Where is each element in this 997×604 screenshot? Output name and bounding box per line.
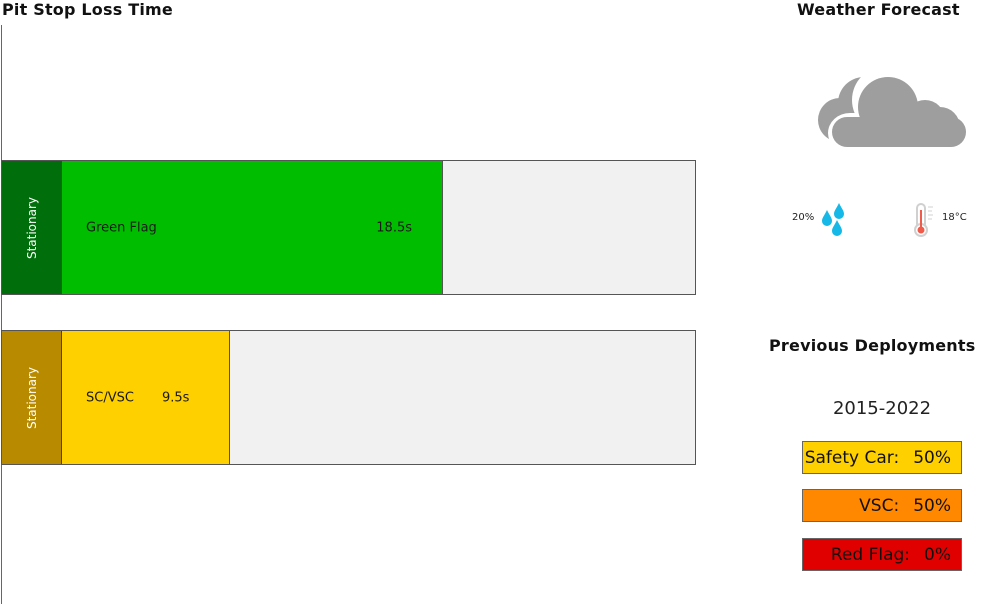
- deployments-period: 2015-2022: [832, 398, 932, 419]
- deployment-value: 50%: [913, 495, 951, 516]
- deployment-value: 0%: [924, 544, 951, 565]
- raindrops-icon: [822, 203, 844, 236]
- y-axis-line: [1, 25, 2, 604]
- stationary-label: Stationary: [24, 366, 39, 429]
- deployments-title: Previous Deployments: [769, 336, 976, 355]
- category-label: SC/VSC: [86, 390, 134, 405]
- deployment-safety-car: Safety Car: 50%: [802, 441, 962, 474]
- rain-chance: 20%: [792, 212, 815, 223]
- deployment-value: 50%: [913, 447, 951, 468]
- category-label: Green Flag: [86, 220, 157, 235]
- bar-track-green-flag: Stationary Green Flag 18.5s: [1, 160, 696, 295]
- deployment-label: Red Flag:: [830, 544, 911, 565]
- bar-segment-sc-vsc: SC/VSC 9.5s: [62, 331, 230, 464]
- cloudy-icon: [818, 66, 968, 153]
- weather-title: Weather Forecast: [797, 0, 960, 19]
- bar-track-sc-vsc: Stationary SC/VSC 9.5s: [1, 330, 696, 465]
- value-label: 9.5s: [162, 390, 190, 405]
- bar-segment-stationary: Stationary: [2, 331, 62, 464]
- stationary-label: Stationary: [24, 196, 39, 259]
- chart-title: Pit Stop Loss Time: [2, 0, 173, 19]
- deployment-label: VSC:: [859, 495, 900, 516]
- bar-segment-green-flag: Green Flag 18.5s: [62, 161, 443, 294]
- deployment-vsc: VSC: 50%: [802, 489, 962, 522]
- deployment-label: Safety Car:: [804, 447, 900, 468]
- value-label: 18.5s: [376, 220, 412, 235]
- deployment-red-flag: Red Flag: 0%: [802, 538, 962, 571]
- bar-segment-stationary: Stationary: [2, 161, 62, 294]
- thermometer-icon: [914, 203, 933, 237]
- temperature: 18°C: [942, 212, 967, 223]
